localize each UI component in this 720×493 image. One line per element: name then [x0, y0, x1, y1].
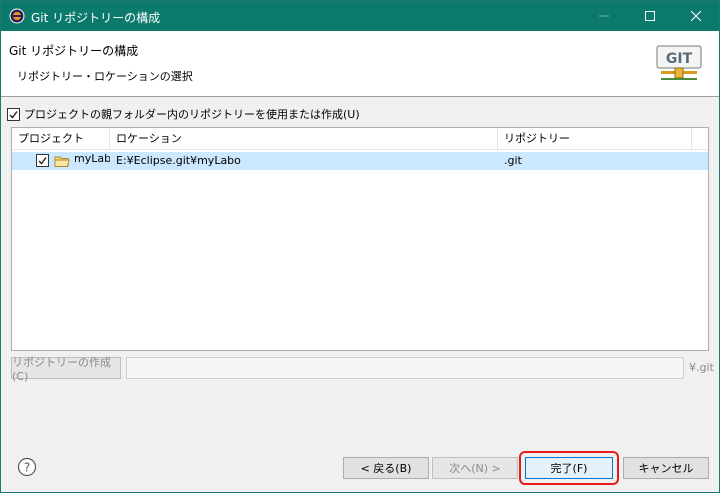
use-parent-label: プロジェクトの親フォルダー内のリポジトリーを使用または作成(U) — [24, 108, 360, 121]
wizard-banner: Git リポジトリーの構成 リポジトリー・ロケーションの選択 GIT — [1, 31, 719, 97]
create-repository-button[interactable]: リポジトリーの作成(C) — [11, 356, 121, 383]
banner-subtitle: リポジトリー・ロケーションの選択 — [17, 70, 193, 83]
table-row[interactable]: myLabo E:¥Eclipse.git¥myLabo .git — [12, 152, 708, 170]
close-icon — [691, 11, 701, 21]
minimize-icon — [599, 15, 609, 17]
use-parent-checkbox[interactable] — [7, 107, 20, 121]
maximize-icon — [645, 11, 655, 21]
git-suffix-label: ¥.git — [689, 361, 714, 374]
back-button[interactable]: < 戻る(B) — [343, 457, 429, 479]
finish-button[interactable]: 完了(F) — [525, 457, 613, 479]
window-title: Git リポジトリーの構成 — [31, 11, 161, 25]
repository-path-input[interactable] — [126, 357, 684, 379]
use-parent-option[interactable]: プロジェクトの親フォルダー内のリポジトリーを使用または作成(U) — [7, 106, 360, 122]
maximize-button[interactable] — [627, 1, 673, 31]
checkmark-icon — [38, 157, 47, 165]
git-logo-text: GIT — [666, 51, 693, 67]
git-logo-icon: GIT — [656, 45, 702, 80]
table-header: プロジェクト ロケーション リポジトリー — [12, 128, 708, 150]
row-checkbox[interactable] — [36, 154, 49, 167]
column-header-project[interactable]: プロジェクト — [12, 128, 110, 150]
svg-text:?: ? — [24, 461, 30, 475]
close-button[interactable] — [673, 1, 719, 31]
cancel-button[interactable]: キャンセル — [623, 457, 709, 479]
location-cell: E:¥Eclipse.git¥myLabo — [116, 154, 241, 167]
project-name: myLabo — [74, 152, 110, 165]
help-icon[interactable]: ? — [17, 457, 37, 477]
repository-cell: .git — [504, 154, 522, 167]
column-header-repository[interactable]: リポジトリー — [498, 128, 692, 150]
folder-icon — [54, 156, 70, 167]
banner-title: Git リポジトリーの構成 — [9, 44, 139, 58]
next-button[interactable]: 次へ(N) > — [432, 457, 518, 479]
checkmark-icon — [9, 110, 18, 119]
dialog-window: Git リポジトリーの構成 Git リポジトリーの構成 リポジトリー・ロケーショ… — [0, 0, 720, 493]
project-table[interactable]: プロジェクト ロケーション リポジトリー myLabo E:¥Eclipse.g… — [11, 127, 709, 351]
column-header-location[interactable]: ロケーション — [110, 128, 498, 150]
title-bar[interactable]: Git リポジトリーの構成 — [1, 1, 719, 31]
minimize-button[interactable] — [581, 1, 627, 31]
eclipse-app-icon — [9, 8, 25, 24]
